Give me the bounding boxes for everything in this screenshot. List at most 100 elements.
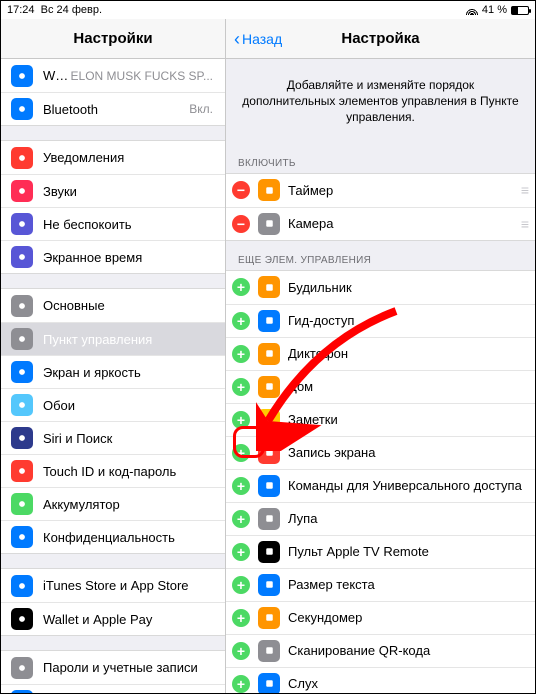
chevron-left-icon: ‹: [234, 30, 240, 48]
sidebar-item-wifi[interactable]: Wi-FiELON MUSK FUCKS SP...: [1, 59, 225, 92]
control-item-label: Размер текста: [288, 577, 527, 592]
add-button[interactable]: +: [232, 543, 250, 561]
sidebar-item-detail: ELON MUSK FUCKS SP...: [71, 69, 213, 83]
sidebar-item-privacy[interactable]: Конфиденциальность: [1, 520, 225, 553]
app-icon: [11, 394, 33, 416]
add-button[interactable]: +: [232, 675, 250, 693]
sidebar-item-screentime[interactable]: Экранное время: [1, 240, 225, 273]
right-nav-title: Настройка: [341, 30, 419, 47]
control-item-label: Камера: [288, 216, 513, 231]
sidebar-item-label: Уведомления: [43, 150, 217, 165]
drag-handle-icon[interactable]: ≡: [513, 216, 527, 232]
sidebar-item-dnd[interactable]: Не беспокоить: [1, 207, 225, 240]
app-icon: [11, 328, 33, 350]
control-item-hearing[interactable]: +Слух: [226, 667, 535, 693]
add-button[interactable]: +: [232, 278, 250, 296]
add-button[interactable]: +: [232, 477, 250, 495]
add-button[interactable]: +: [232, 345, 250, 363]
app-icon: [258, 640, 280, 662]
app-icon: [11, 147, 33, 169]
sidebar-item-label: Пароли и учетные записи: [43, 660, 217, 675]
control-item-label: Таймер: [288, 183, 513, 198]
app-icon: [11, 213, 33, 235]
sidebar-item-label: Siri и Поиск: [43, 431, 217, 446]
sidebar-item-general[interactable]: Основные: [1, 289, 225, 322]
section-header: ЕЩЕ ЭЛЕМ. УПРАВЛЕНИЯ: [226, 241, 535, 270]
sidebar-item-control-center[interactable]: Пункт управления: [1, 322, 225, 355]
sidebar-item-wallpaper[interactable]: Обои: [1, 388, 225, 421]
app-icon: [11, 180, 33, 202]
sidebar-item-label: Wallet и Apple Pay: [43, 612, 217, 627]
app-icon: [11, 690, 33, 693]
add-button[interactable]: +: [232, 312, 250, 330]
control-item-textsize[interactable]: + Размер текста: [226, 568, 535, 601]
sidebar-item-sounds[interactable]: Звуки: [1, 174, 225, 207]
sidebar-item-touchid[interactable]: Touch ID и код-пароль: [1, 454, 225, 487]
add-button[interactable]: +: [232, 642, 250, 660]
sidebar-item-passwords[interactable]: Пароли и учетные записи: [1, 651, 225, 684]
control-item-label: Команды для Универсального доступа: [288, 478, 527, 493]
control-item-tvremote[interactable]: + Пульт Apple TV Remote: [226, 535, 535, 568]
remove-button[interactable]: −: [232, 181, 250, 199]
app-icon: [258, 508, 280, 530]
battery-percent: 41 %: [482, 4, 507, 16]
left-nav: Настройки: [1, 19, 225, 59]
sidebar-item-notifications[interactable]: Уведомления: [1, 141, 225, 174]
left-nav-title: Настройки: [73, 30, 152, 47]
app-icon: [11, 657, 33, 679]
control-item-magnifier[interactable]: +Лупа: [226, 502, 535, 535]
app-icon: [258, 213, 280, 235]
sidebar-item-label: Звуки: [43, 184, 217, 199]
right-nav: ‹ Назад Настройка: [226, 19, 535, 59]
drag-handle-icon[interactable]: ≡: [513, 182, 527, 198]
control-item-stopwatch[interactable]: + Секундомер: [226, 601, 535, 634]
app-icon: [11, 295, 33, 317]
add-button[interactable]: +: [232, 378, 250, 396]
control-item-alarm[interactable]: +Будильник: [226, 271, 535, 304]
sidebar-item-label: Экранное время: [43, 250, 217, 265]
app-icon: [258, 574, 280, 596]
sidebar-item-display[interactable]: Экран и яркость: [1, 355, 225, 388]
back-button[interactable]: ‹ Назад: [234, 30, 282, 48]
sidebar-item-wallet[interactable]: Wallet и Apple Pay: [1, 602, 225, 635]
remove-button[interactable]: −: [232, 215, 250, 233]
control-item-label: Сканирование QR-кода: [288, 643, 527, 658]
battery-icon: [511, 6, 529, 15]
control-item-label: Секундомер: [288, 610, 527, 625]
control-item-qr[interactable]: + Сканирование QR-кода: [226, 634, 535, 667]
status-time: 17:24: [7, 4, 35, 16]
app-icon: [258, 607, 280, 629]
control-item-timer[interactable]: − Таймер≡: [226, 174, 535, 207]
sidebar-item-label: Не беспокоить: [43, 217, 217, 232]
app-icon: [11, 98, 33, 120]
status-date: Вс 24 февр.: [41, 4, 102, 16]
description-text: Добавляйте и изменяйте порядок дополните…: [226, 59, 535, 144]
sidebar-item-mail[interactable]: Почта: [1, 684, 225, 693]
control-item-label: Пульт Apple TV Remote: [288, 544, 527, 559]
sidebar-item-bluetooth[interactable]: BluetoothВкл.: [1, 92, 225, 125]
app-icon: [11, 575, 33, 597]
section-header: ВКЛЮЧИТЬ: [226, 144, 535, 173]
add-button[interactable]: +: [232, 609, 250, 627]
sidebar-item-siri[interactable]: Siri и Поиск: [1, 421, 225, 454]
app-icon: [258, 179, 280, 201]
wifi-icon: [466, 6, 478, 15]
sidebar-item-battery[interactable]: Аккумулятор: [1, 487, 225, 520]
add-button[interactable]: +: [232, 510, 250, 528]
app-icon: [258, 541, 280, 563]
app-icon: [258, 475, 280, 497]
annotation-arrow-icon: [256, 301, 416, 451]
app-icon: [11, 246, 33, 268]
sidebar-item-label: Экран и яркость: [43, 365, 217, 380]
sidebar-item-itunes[interactable]: iTunes Store и App Store: [1, 569, 225, 602]
control-item-camera[interactable]: − Камера≡: [226, 207, 535, 240]
add-button[interactable]: +: [232, 576, 250, 594]
app-icon: [258, 673, 280, 693]
sidebar-item-label: Touch ID и код-пароль: [43, 464, 217, 479]
sidebar-item-label: Пункт управления: [43, 332, 217, 347]
app-icon: [11, 361, 33, 383]
app-icon: [11, 608, 33, 630]
sidebar-item-label: Обои: [43, 398, 217, 413]
control-item-accessibility[interactable]: + Команды для Универсального доступа: [226, 469, 535, 502]
app-icon: [11, 65, 33, 87]
